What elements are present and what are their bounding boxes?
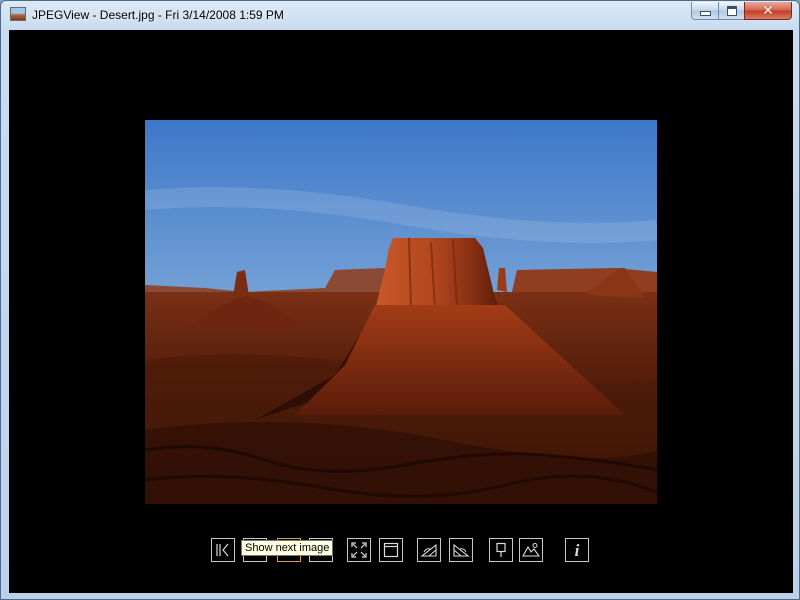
keep-parameters-button[interactable] (489, 538, 513, 562)
first-image-button[interactable] (211, 538, 235, 562)
keep-parameters-icon (496, 542, 506, 557)
close-icon: ✕ (762, 2, 774, 19)
landscape-mode-button[interactable] (519, 538, 543, 562)
fit-to-screen-button[interactable] (347, 538, 371, 562)
window-title: JPEGView - Desert.jpg - Fri 3/14/2008 1:… (32, 8, 284, 22)
fit-to-screen-icon (351, 542, 367, 558)
rotate-clockwise-icon (420, 543, 437, 557)
minimize-icon (699, 11, 711, 16)
app-icon[interactable] (10, 7, 26, 21)
first-image-icon (216, 543, 229, 557)
info-button[interactable]: i (565, 538, 589, 562)
window-mode-button[interactable] (379, 538, 403, 562)
image-viewport[interactable]: i (9, 30, 793, 593)
rotate-counterclockwise-button[interactable] (449, 538, 473, 562)
maximize-icon (726, 5, 737, 16)
title-bar[interactable]: JPEGView - Desert.jpg - Fri 3/14/2008 1:… (1, 1, 800, 30)
app-window: JPEGView - Desert.jpg - Fri 3/14/2008 1:… (0, 0, 800, 600)
rotate-counterclockwise-icon (453, 543, 470, 557)
tooltip: Show next image (241, 540, 334, 556)
info-icon: i (574, 540, 580, 560)
minimize-button[interactable] (691, 2, 719, 20)
desert-photo (145, 120, 657, 504)
rotate-clockwise-button[interactable] (417, 538, 441, 562)
close-button[interactable]: ✕ (744, 2, 792, 20)
landscape-mode-icon (522, 543, 540, 557)
maximize-button[interactable] (718, 2, 745, 20)
window-mode-icon (383, 542, 399, 558)
